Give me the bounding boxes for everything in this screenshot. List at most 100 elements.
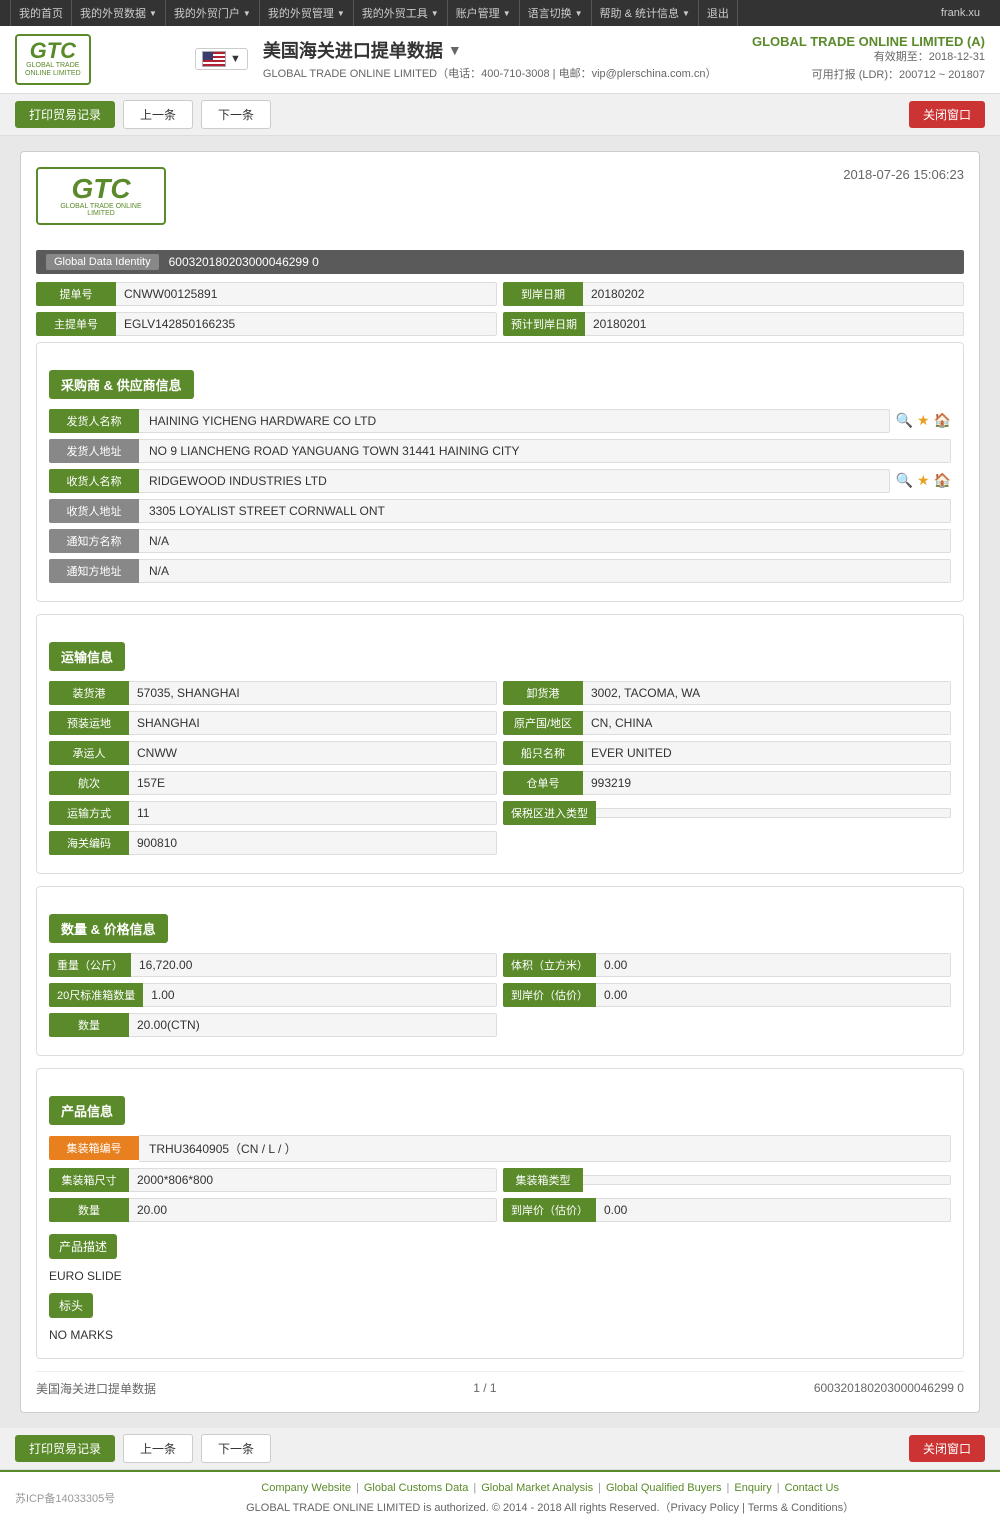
product-section: 产品信息 集装箱编号 TRHU3640905（CN / L / ） 集装箱尺寸 … <box>36 1068 964 1359</box>
nav-help[interactable]: 帮助 & 统计信息 ▼ <box>592 0 699 26</box>
nav-lang[interactable]: 语言切换 ▼ <box>520 0 592 26</box>
nav-trade-tools-label: 我的外贸工具 <box>362 5 428 21</box>
ftz-label: 保税区进入类型 <box>503 801 596 825</box>
close-button-bottom[interactable]: 关闭窗口 <box>909 1435 985 1462</box>
chevron-down-icon: ▼ <box>243 9 251 18</box>
shipper-name-label: 发货人名称 <box>49 409 139 433</box>
footer-link-market[interactable]: Global Market Analysis <box>481 1482 593 1494</box>
weight-volume-row: 重量（公斤） 16,720.00 体积（立方米） 0.00 <box>49 953 951 977</box>
consignee-addr-value: 3305 LOYALIST STREET CORNWALL ONT <box>139 499 951 523</box>
search-icon[interactable]: 🔍 <box>896 472 913 489</box>
transport-mode-value: 11 <box>129 801 497 825</box>
origin-item: 原产国/地区 CN, CHINA <box>503 711 951 735</box>
master-bill-label: 主提单号 <box>36 312 116 336</box>
top-navigation: 我的首页 我的外贸数据 ▼ 我的外贸门户 ▼ 我的外贸管理 ▼ 我的外贸工具 ▼… <box>0 0 1000 26</box>
customs-code-item: 海关编码 900810 <box>49 831 497 855</box>
nav-logout[interactable]: 退出 <box>699 0 738 26</box>
vessel-item: 船只名称 EVER UNITED <box>503 741 951 765</box>
language-selector[interactable]: ▼ <box>195 48 248 70</box>
close-button[interactable]: 关闭窗口 <box>909 101 985 128</box>
transport-mode-label: 运输方式 <box>49 801 129 825</box>
carrier-value: CNWW <box>129 741 497 765</box>
prev-button[interactable]: 上一条 <box>123 100 193 129</box>
prev-button-bottom[interactable]: 上一条 <box>123 1434 193 1463</box>
weight-label: 重量（公斤） <box>49 953 131 977</box>
nav-home[interactable]: 我的首页 <box>10 0 72 26</box>
consignee-name-value: RIDGEWOOD INDUSTRIES LTD <box>139 469 890 493</box>
weight-item: 重量（公斤） 16,720.00 <box>49 953 497 977</box>
next-button[interactable]: 下一条 <box>201 100 271 129</box>
container20-label: 20尺标准箱数量 <box>49 983 143 1007</box>
quantity-section: 数量 & 价格信息 重量（公斤） 16,720.00 体积（立方米） 0.00 … <box>36 886 964 1056</box>
header-right: GLOBAL TRADE ONLINE LIMITED (A) 有效期至：201… <box>752 34 985 84</box>
container-size-label: 集装箱尺寸 <box>49 1168 129 1192</box>
doc-logo: GTC GLOBAL TRADE ONLINE LIMITED <box>36 167 166 225</box>
flag-arrow: ▼ <box>230 53 241 65</box>
notify-name-row: 通知方名称 N/A <box>49 529 951 553</box>
volume-item: 体积（立方米） 0.00 <box>503 953 951 977</box>
notify-addr-value: N/A <box>139 559 951 583</box>
carrier-label: 承运人 <box>49 741 129 765</box>
footer-link-buyers[interactable]: Global Qualified Buyers <box>606 1482 722 1494</box>
arrival-price-label: 到岸价（估价） <box>503 983 596 1007</box>
volume-label: 体积（立方米） <box>503 953 596 977</box>
footer-link-enquiry[interactable]: Enquiry <box>734 1482 771 1494</box>
logo-subtitle: GLOBAL TRADEONLINE LIMITED <box>25 62 81 79</box>
home-icon[interactable]: 🏠 <box>934 472 951 489</box>
footer-link-contact[interactable]: Contact Us <box>785 1482 839 1494</box>
notify-addr-label: 通知方地址 <box>49 559 139 583</box>
quantity-section-header: 数量 & 价格信息 <box>49 914 168 943</box>
qty-item: 数量 20.00(CTN) <box>49 1013 497 1037</box>
company-logo: GTC GLOBAL TRADEONLINE LIMITED <box>15 34 91 85</box>
print-button-bottom[interactable]: 打印贸易记录 <box>15 1435 115 1462</box>
page-title-text: 美国海关进口提单数据 <box>263 37 443 63</box>
print-button[interactable]: 打印贸易记录 <box>15 101 115 128</box>
us-flag-icon <box>202 51 226 67</box>
footer-copyright: GLOBAL TRADE ONLINE LIMITED is authorize… <box>115 1499 985 1515</box>
nav-account[interactable]: 账户管理 ▼ <box>448 0 520 26</box>
chevron-down-icon: ▼ <box>337 9 345 18</box>
volume-value: 0.00 <box>596 953 951 977</box>
star-icon[interactable]: ★ <box>917 472 930 489</box>
transport-ftz-row: 运输方式 11 保税区进入类型 <box>49 801 951 825</box>
consignee-addr-label: 收货人地址 <box>49 499 139 523</box>
notify-name-value: N/A <box>139 529 951 553</box>
load-place-item: 预装运地 SHANGHAI <box>49 711 497 735</box>
search-icon[interactable]: 🔍 <box>896 412 913 429</box>
header-title-area: 美国海关进口提单数据 ▼ GLOBAL TRADE ONLINE LIMITED… <box>263 37 717 81</box>
footer-link-customs[interactable]: Global Customs Data <box>364 1482 469 1494</box>
nav-trade-tools[interactable]: 我的外贸工具 ▼ <box>354 0 448 26</box>
customs-row: 海关编码 900810 <box>49 831 951 855</box>
notify-name-label: 通知方名称 <box>49 529 139 553</box>
nav-help-label: 帮助 & 统计信息 <box>600 5 679 21</box>
chevron-down-icon: ▼ <box>149 9 157 18</box>
footer-bottom: 苏ICP备14033305号 Company Website | Global … <box>15 1482 985 1515</box>
nav-logout-label: 退出 <box>707 5 729 21</box>
container-num-value: TRHU3640905（CN / L / ） <box>139 1135 951 1162</box>
consignee-name-row: 收货人名称 RIDGEWOOD INDUSTRIES LTD 🔍 ★ 🏠 <box>49 469 951 493</box>
document-timestamp: 2018-07-26 15:06:23 <box>843 167 964 182</box>
load-discharge-row: 装货港 57035, SHANGHAI 卸货港 3002, TACOMA, WA <box>49 681 951 705</box>
footer-link-company[interactable]: Company Website <box>261 1482 351 1494</box>
container-size-item: 集装箱尺寸 2000*806*800 <box>49 1168 497 1192</box>
home-icon[interactable]: 🏠 <box>934 412 951 429</box>
master-bill-value: EGLV142850166235 <box>116 312 497 336</box>
nav-lang-label: 语言切换 <box>528 5 572 21</box>
bill-arrival-row: 提单号 CNWW00125891 到岸日期 20180202 <box>36 282 964 306</box>
nav-trade-mgmt[interactable]: 我的外贸管理 ▼ <box>260 0 354 26</box>
marks-title: 标头 <box>49 1293 93 1318</box>
vessel-label: 船只名称 <box>503 741 583 765</box>
load-place-label: 预装运地 <box>49 711 129 735</box>
master-bill-item: 主提单号 EGLV142850166235 <box>36 312 497 336</box>
master-bill-eta-row: 主提单号 EGLV142850166235 预计到岸日期 20180201 <box>36 312 964 336</box>
ftz-value <box>596 808 951 818</box>
star-icon[interactable]: ★ <box>917 412 930 429</box>
nav-trade-data[interactable]: 我的外贸数据 ▼ <box>72 0 166 26</box>
next-button-bottom[interactable]: 下一条 <box>201 1434 271 1463</box>
transport-section: 运输信息 装货港 57035, SHANGHAI 卸货港 3002, TACOM… <box>36 614 964 874</box>
nav-trade-portal[interactable]: 我的外贸门户 ▼ <box>166 0 260 26</box>
vessel-value: EVER UNITED <box>583 741 951 765</box>
shipper-name-row: 发货人名称 HAINING YICHENG HARDWARE CO LTD 🔍 … <box>49 409 951 433</box>
consignee-name-label: 收货人名称 <box>49 469 139 493</box>
product-qty-value: 20.00 <box>129 1198 497 1222</box>
